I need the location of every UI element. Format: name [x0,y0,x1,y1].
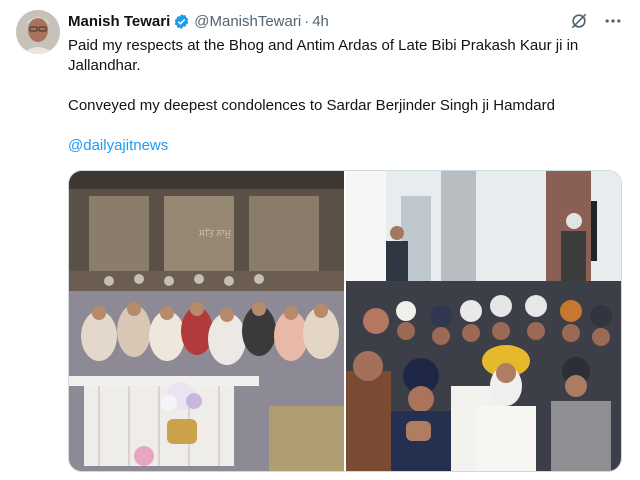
tweet-line-1: Paid my respects at the Bhog and Antim A… [68,37,579,74]
timestamp[interactable]: 4h [312,13,329,30]
left-photo[interactable]: ਸਤਿ ਨਾਮੁ [69,171,344,471]
tweet-card[interactable]: Manish Tewari @ManishTewari · 4h Paid my… [0,0,640,480]
more-icon[interactable] [602,10,624,32]
tweet-header: Manish Tewari @ManishTewari · 4h [68,10,624,32]
avatar[interactable] [16,10,60,54]
separator-dot: · [304,12,310,30]
tweet-text: Paid my respects at the Bhog and Antim A… [68,36,628,156]
header-actions [568,10,624,32]
media-grid: ਸਤਿ ਨਾਮੁ [68,170,622,472]
svg-text:ਸਤਿ ਨਾਮੁ: ਸਤਿ ਨਾਮੁ [198,228,232,239]
author-name[interactable]: Manish Tewari [68,13,170,30]
right-photo[interactable] [346,171,621,471]
mention-link[interactable]: @dailyajitnews [68,137,168,154]
tweet-line-2: Conveyed my deepest condolences to Sarda… [68,97,555,114]
author-handle[interactable]: @ManishTewari [194,13,301,30]
grok-icon[interactable] [568,10,590,32]
verified-badge-icon [173,13,190,30]
